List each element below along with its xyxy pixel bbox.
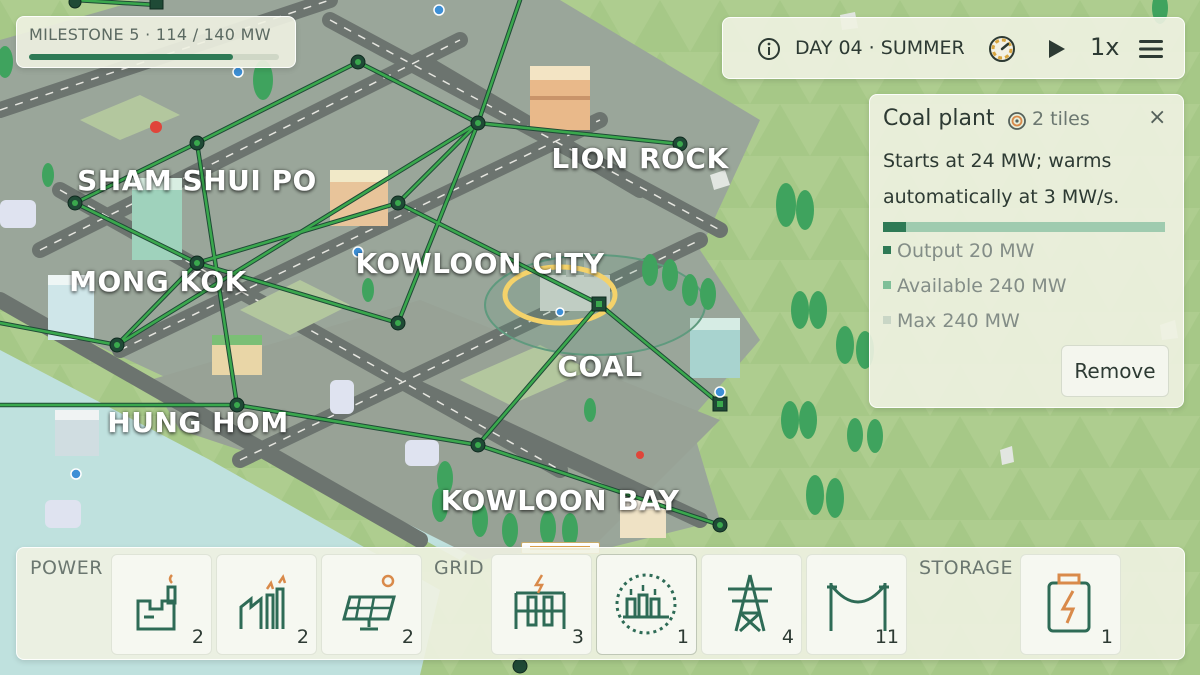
milestone-progress-fill [29, 54, 233, 60]
building-description: Starts at 24 MW; warms automatically at … [883, 150, 1120, 208]
day-season-label: DAY 04 · SUMMER [795, 37, 965, 59]
tool-power-line[interactable]: 11 [806, 554, 907, 655]
district-mong-kok: MONG KOK [69, 265, 247, 298]
group-label-power: POWER [30, 557, 103, 579]
district-sham-shui-po: SHAM SHUI PO [77, 164, 317, 197]
tool-transformer[interactable]: 1 [596, 554, 697, 655]
stat-available-label: Available 240 MW [897, 275, 1067, 297]
speed-button[interactable]: 1x [1090, 33, 1119, 61]
stat-available: Available 240 MW [883, 275, 1067, 297]
milestone-progress-track [29, 54, 279, 60]
tool-substation[interactable]: 3 [491, 554, 592, 655]
play-icon[interactable] [1045, 38, 1067, 64]
tool-coal-plant[interactable]: 2 [111, 554, 212, 655]
menu-icon[interactable] [1139, 38, 1163, 64]
coal-plant-icon [136, 574, 177, 631]
solar-panel-icon [342, 574, 396, 631]
close-icon[interactable]: × [1148, 105, 1166, 130]
district-lion-rock: LION ROCK [551, 142, 729, 175]
group-label-storage: STORAGE [919, 557, 1013, 579]
legend-swatch [883, 316, 891, 324]
tool-count: 3 [571, 626, 584, 648]
tool-count: 1 [676, 626, 689, 648]
tool-count: 4 [781, 626, 794, 648]
building-tiles: 2 tiles [1032, 108, 1090, 130]
output-bar-fill [883, 222, 907, 232]
tool-count: 2 [296, 626, 309, 648]
milestone-label: MILESTONE 5 · 114 / 140 MW [29, 25, 271, 44]
tool-count: 1 [1100, 626, 1113, 648]
tool-solar-panel[interactable]: 2 [321, 554, 422, 655]
tool-count: 2 [191, 626, 204, 648]
stat-max: Max 240 MW [883, 310, 1020, 332]
transformer-icon [615, 573, 677, 635]
power-line-icon [827, 583, 889, 631]
stat-max-label: Max 240 MW [897, 310, 1020, 332]
stat-output-label: Output 20 MW [897, 240, 1035, 262]
district-kowloon-bay: KOWLOON BAY [440, 484, 680, 517]
legend-swatch [883, 246, 891, 254]
group-label-grid: GRID [434, 557, 485, 579]
tool-count: 11 [874, 626, 899, 648]
output-bar [883, 222, 1165, 232]
building-title: Coal plant [883, 106, 995, 131]
substation-icon [514, 574, 566, 629]
tool-battery[interactable]: 1 [1020, 554, 1121, 655]
time-control-bar: DAY 04 · SUMMER 1x [722, 17, 1185, 79]
info-icon[interactable] [757, 37, 781, 65]
building-info-panel: Coal plant 2 tiles × Starts at 24 MW; wa… [869, 94, 1184, 408]
stat-output: Output 20 MW [883, 240, 1034, 262]
remove-button[interactable]: Remove [1061, 345, 1169, 397]
district-hung-hom: HUNG HOM [107, 406, 289, 439]
build-toolbar: POWER GRID STORAGE 2 2 2 3 1 4 11 1 [16, 547, 1185, 660]
legend-swatch [883, 281, 891, 289]
tool-count: 2 [401, 626, 414, 648]
battery-icon [1047, 573, 1091, 633]
pylon-icon [728, 574, 772, 633]
tool-pylon[interactable]: 4 [701, 554, 802, 655]
district-kowloon-city: KOWLOON CITY [355, 247, 605, 280]
gas-plant-icon [239, 574, 287, 629]
district-coal: COAL [557, 350, 643, 383]
clock-icon[interactable] [987, 34, 1017, 68]
target-icon [1007, 111, 1027, 135]
milestone-panel: MILESTONE 5 · 114 / 140 MW [16, 16, 296, 68]
tool-gas-plant[interactable]: 2 [216, 554, 317, 655]
